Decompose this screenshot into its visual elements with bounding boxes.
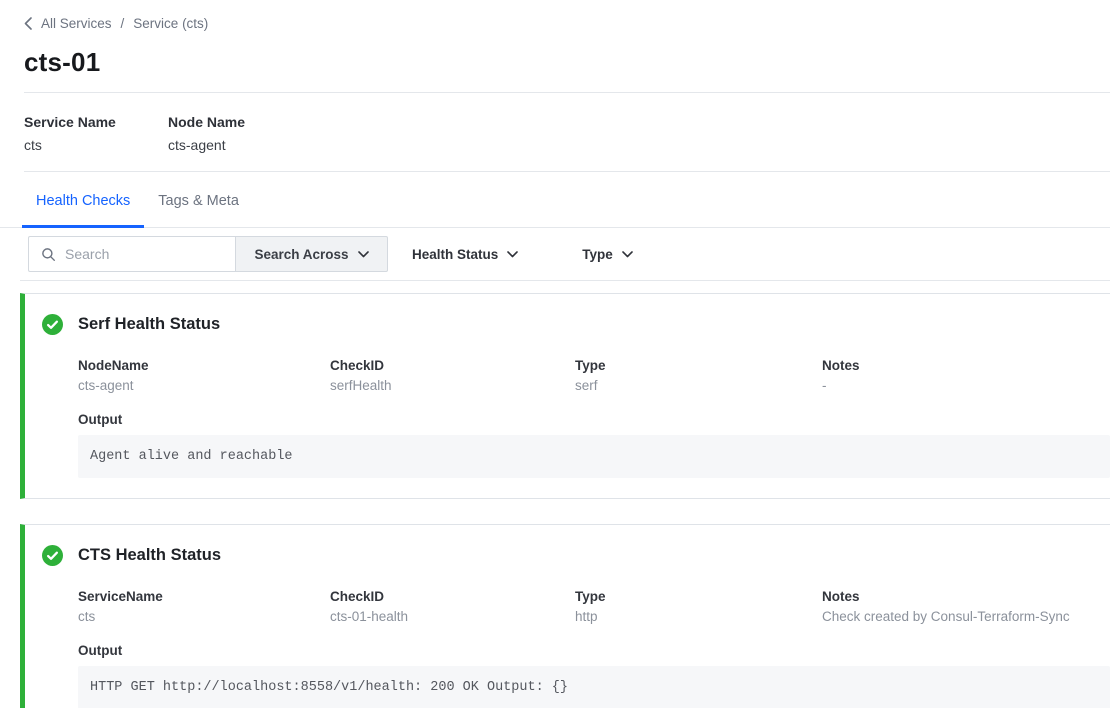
chevron-down-icon <box>358 251 369 258</box>
check-output: Agent alive and reachable <box>78 435 1110 478</box>
type-dropdown[interactable]: Type <box>582 247 633 262</box>
tab-tags-meta[interactable]: Tags & Meta <box>144 174 253 227</box>
field-label: NodeName <box>78 358 330 373</box>
check-circle-icon <box>42 545 63 566</box>
check-field: Notes Check created by Consul-Terraform-… <box>822 589 1110 624</box>
field-label: CheckID <box>330 358 575 373</box>
service-meta: Service Name cts Node Name cts-agent <box>0 93 1110 171</box>
field-label: CheckID <box>330 589 575 604</box>
service-name-value: cts <box>24 137 168 153</box>
search-across-button[interactable]: Search Across <box>235 236 388 272</box>
search-icon <box>41 247 56 262</box>
search-input[interactable] <box>65 246 235 262</box>
tab-health-checks[interactable]: Health Checks <box>22 174 144 227</box>
chevron-down-icon <box>622 251 633 258</box>
breadcrumb-all-services[interactable]: All Services <box>41 16 112 31</box>
field-label: Type <box>575 589 822 604</box>
field-label: ServiceName <box>78 589 330 604</box>
filter-divider <box>20 280 1110 281</box>
check-field: Type http <box>575 589 822 624</box>
check-fields: ServiceName cts CheckID cts-01-health Ty… <box>78 589 1110 624</box>
field-value: Check created by Consul-Terraform-Sync <box>822 609 1110 624</box>
search-box <box>28 236 235 272</box>
node-name-value: cts-agent <box>168 137 245 153</box>
field-value: cts-agent <box>78 378 330 393</box>
check-field: CheckID cts-01-health <box>330 589 575 624</box>
field-value: serfHealth <box>330 378 575 393</box>
field-label: Notes <box>822 589 1110 604</box>
check-field: Notes - <box>822 358 1110 393</box>
field-label: Notes <box>822 358 1110 373</box>
node-name-label: Node Name <box>168 114 245 130</box>
service-name-label: Service Name <box>24 114 168 130</box>
check-field: ServiceName cts <box>78 589 330 624</box>
service-name-field: Service Name cts <box>24 114 168 153</box>
breadcrumb-separator: / <box>121 16 125 31</box>
output-label: Output <box>78 643 1110 658</box>
check-title: Serf Health Status <box>78 315 220 334</box>
node-name-field: Node Name cts-agent <box>168 114 245 153</box>
meta-divider <box>24 171 1110 172</box>
check-circle-icon <box>42 314 63 335</box>
field-value: - <box>822 378 1110 393</box>
chevron-down-icon <box>507 251 518 258</box>
field-value: http <box>575 609 822 624</box>
breadcrumb: All Services / Service (cts) <box>0 0 1110 31</box>
search-across-label: Search Across <box>254 247 348 262</box>
field-value: cts-01-health <box>330 609 575 624</box>
check-field: CheckID serfHealth <box>330 358 575 393</box>
check-header: Serf Health Status <box>25 314 1110 335</box>
check-title: CTS Health Status <box>78 546 221 565</box>
chevron-left-icon[interactable] <box>24 17 32 30</box>
health-check-card-cts: CTS Health Status ServiceName cts CheckI… <box>20 524 1110 708</box>
health-status-dropdown[interactable]: Health Status <box>412 247 518 262</box>
search-group: Search Across <box>28 236 388 272</box>
health-check-card-serf: Serf Health Status NodeName cts-agent Ch… <box>20 293 1110 499</box>
tab-bar: Health Checks Tags & Meta <box>0 174 1110 228</box>
check-fields: NodeName cts-agent CheckID serfHealth Ty… <box>78 358 1110 393</box>
health-status-label: Health Status <box>412 247 498 262</box>
check-field: NodeName cts-agent <box>78 358 330 393</box>
breadcrumb-current: Service (cts) <box>133 16 208 31</box>
field-value: cts <box>78 609 330 624</box>
check-output: HTTP GET http://localhost:8558/v1/health… <box>78 666 1110 708</box>
field-value: serf <box>575 378 822 393</box>
page-title: cts-01 <box>0 31 1110 92</box>
field-label: Type <box>575 358 822 373</box>
check-header: CTS Health Status <box>25 545 1110 566</box>
check-field: Type serf <box>575 358 822 393</box>
type-label: Type <box>582 247 613 262</box>
output-label: Output <box>78 412 1110 427</box>
filter-row: Search Across Health Status Type <box>0 228 1110 280</box>
